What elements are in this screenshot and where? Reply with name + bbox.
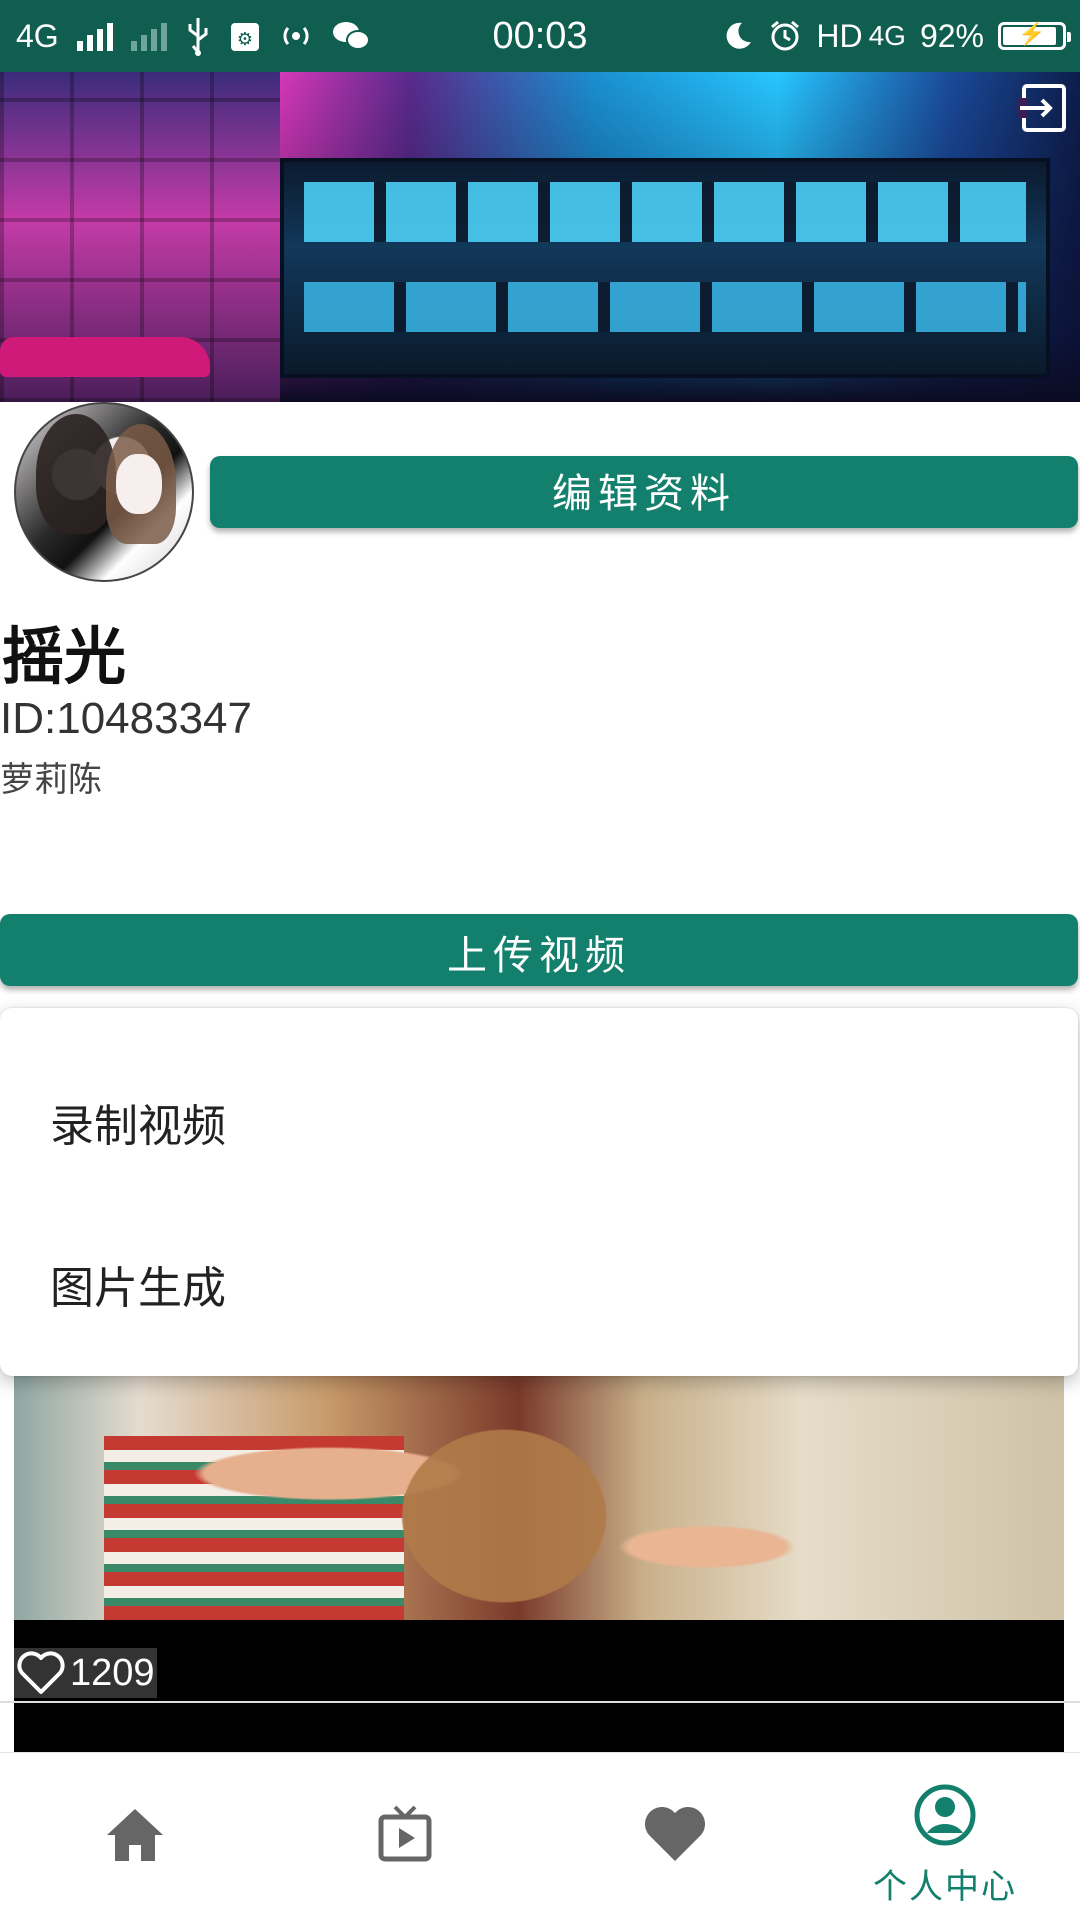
usb-debug-icon: ⚙	[230, 23, 259, 51]
moon-icon	[726, 22, 752, 49]
alarm-icon	[771, 20, 800, 51]
like-count: 1209	[70, 1651, 155, 1694]
heart-outline-icon[interactable]	[16, 1650, 66, 1696]
status-bar: 4G ⚙ 00:03 HD 4G 92% ⚡	[0, 0, 1080, 72]
avatar[interactable]	[14, 402, 194, 582]
user-id: ID:10483347	[0, 694, 252, 743]
usb-icon	[188, 18, 208, 56]
home-icon	[107, 1809, 163, 1861]
hd-label: HD	[816, 17, 863, 54]
nav-profile-label: 个人中心	[873, 1867, 1017, 1907]
wechat-icon	[332, 22, 370, 50]
nav-home[interactable]	[0, 1753, 270, 1921]
network-type-2: 4G	[868, 20, 906, 51]
user-signature: 萝莉陈	[0, 760, 102, 800]
signal-icon	[76, 21, 113, 51]
like-badge: 1209	[14, 1648, 157, 1698]
heart-icon	[644, 1806, 706, 1861]
exit-icon[interactable]	[1016, 80, 1072, 136]
edit-profile-button[interactable]: 编辑资料	[210, 456, 1078, 528]
bottom-nav: 个人中心	[0, 1752, 1080, 1921]
battery-percent: 92%	[919, 17, 984, 54]
battery-icon: ⚡	[998, 21, 1071, 50]
user-name: 摇光	[2, 620, 127, 693]
svg-text:⚙: ⚙	[237, 29, 253, 50]
signal-weak-icon	[130, 21, 167, 51]
upload-menu: 录制视频 图片生成	[0, 1008, 1078, 1376]
video-card[interactable]: 1209	[14, 1376, 1064, 1752]
profile-banner	[0, 72, 1080, 402]
tv-play-icon	[378, 1805, 432, 1862]
nav-likes[interactable]	[540, 1753, 810, 1921]
menu-item-record-video[interactable]: 录制视频	[50, 1090, 226, 1154]
divider	[0, 1701, 1080, 1703]
menu-item-image-generate[interactable]: 图片生成	[50, 1252, 226, 1316]
network-type: 4G	[16, 17, 59, 54]
banner-car	[0, 337, 210, 377]
banner-tram	[280, 158, 1050, 378]
hotspot-icon	[283, 27, 309, 45]
user-circle-icon	[914, 1784, 976, 1846]
nav-videos[interactable]	[270, 1753, 540, 1921]
upload-video-button[interactable]: 上传视频	[0, 914, 1078, 986]
nav-profile[interactable]: 个人中心	[810, 1753, 1080, 1921]
